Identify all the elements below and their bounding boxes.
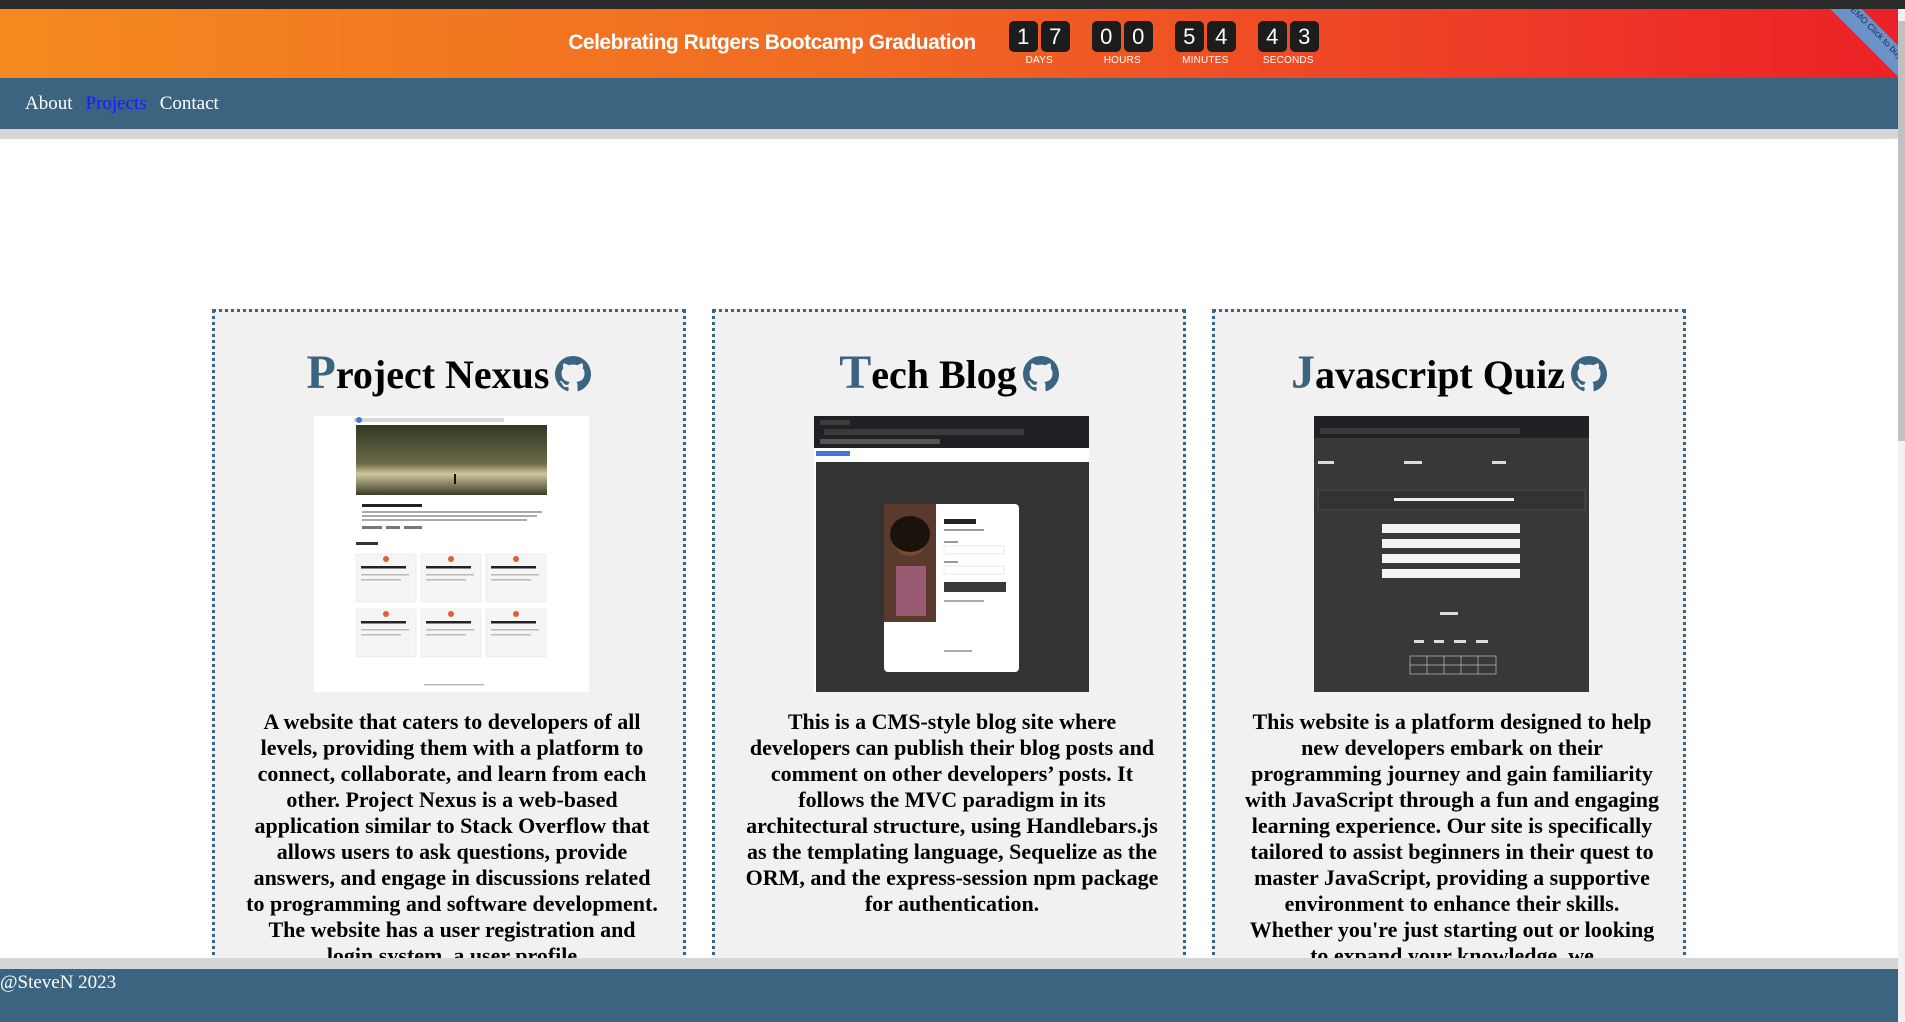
footer-text: @SteveN 2023: [0, 972, 117, 993]
countdown-seconds: 4 3 SECONDS: [1257, 21, 1319, 66]
countdown-label: MINUTES: [1182, 55, 1229, 66]
github-icon[interactable]: [555, 355, 592, 392]
countdown-label: DAYS: [1025, 55, 1053, 66]
project-card-javascript-quiz: Javascript Quiz This website is a platfo…: [1212, 309, 1686, 969]
project-screenshot[interactable]: [814, 416, 1089, 692]
countdown-minutes: 5 4 MINUTES: [1174, 21, 1236, 66]
title-rest: roject Nexus: [335, 352, 550, 397]
projects-section: Project Nexus A website that caters to d…: [212, 309, 1686, 969]
scrollbar[interactable]: [1898, 9, 1905, 1022]
nav-divider: [0, 129, 1898, 139]
demo-ribbon[interactable]: DEMO Click to buy: [1826, 9, 1898, 81]
project-screenshot[interactable]: [1314, 416, 1589, 692]
project-card-tech-blog: Tech Blog This is a CMS-style blog site …: [712, 309, 1186, 969]
github-icon[interactable]: [1022, 355, 1059, 392]
countdown-label: SECONDS: [1262, 55, 1314, 66]
project-title: Javascript Quiz: [1215, 345, 1683, 400]
nav-link-projects[interactable]: Projects: [86, 93, 147, 115]
countdown-days: 1 7 DAYS: [1008, 21, 1070, 66]
demo-ribbon-text: DEMO Click to buy: [1826, 9, 1898, 81]
project-description: A website that caters to developers of a…: [246, 709, 658, 968]
scrollbar-thumb[interactable]: [1898, 21, 1905, 441]
project-description: This is a CMS-style blog site where deve…: [745, 709, 1159, 916]
project-screenshot[interactable]: [314, 416, 589, 692]
countdown-label: HOURS: [1103, 55, 1141, 66]
countdown-digit: 4: [1206, 21, 1236, 52]
banner-title: Celebrating Rutgers Bootcamp Graduation: [568, 30, 976, 54]
project-title: Project Nexus: [215, 345, 683, 400]
page: Celebrating Rutgers Bootcamp Graduation …: [0, 0, 1905, 1022]
title-rest: ech Blog: [871, 352, 1017, 397]
countdown-hours: 0 0 HOURS: [1091, 21, 1153, 66]
footer: @SteveN 2023: [0, 969, 1898, 1022]
countdown-digit: 3: [1289, 21, 1319, 52]
countdown-digit: 7: [1040, 21, 1070, 52]
title-initial: T: [839, 346, 872, 399]
main-nav: About Projects Contact: [0, 78, 1898, 129]
nav-link-contact[interactable]: Contact: [160, 93, 219, 115]
nav-link-about[interactable]: About: [25, 93, 73, 115]
project-description: This website is a platform designed to h…: [1244, 709, 1659, 968]
project-title: Tech Blog: [715, 345, 1183, 400]
countdown-digit: 0: [1123, 21, 1153, 52]
project-card-nexus: Project Nexus A website that caters to d…: [212, 309, 686, 969]
countdown-digit: 1: [1008, 21, 1038, 52]
title-initial: J: [1291, 346, 1315, 399]
footer-divider: [0, 958, 1898, 969]
github-icon[interactable]: [1570, 355, 1607, 392]
title-rest: avascript Quiz: [1315, 352, 1565, 397]
browser-top-strip: [0, 0, 1905, 9]
countdown-digit: 0: [1091, 21, 1121, 52]
countdown-digit: 5: [1174, 21, 1204, 52]
countdown-digit: 4: [1257, 21, 1287, 52]
title-initial: P: [306, 346, 336, 399]
countdown-banner: Celebrating Rutgers Bootcamp Graduation …: [0, 9, 1898, 81]
